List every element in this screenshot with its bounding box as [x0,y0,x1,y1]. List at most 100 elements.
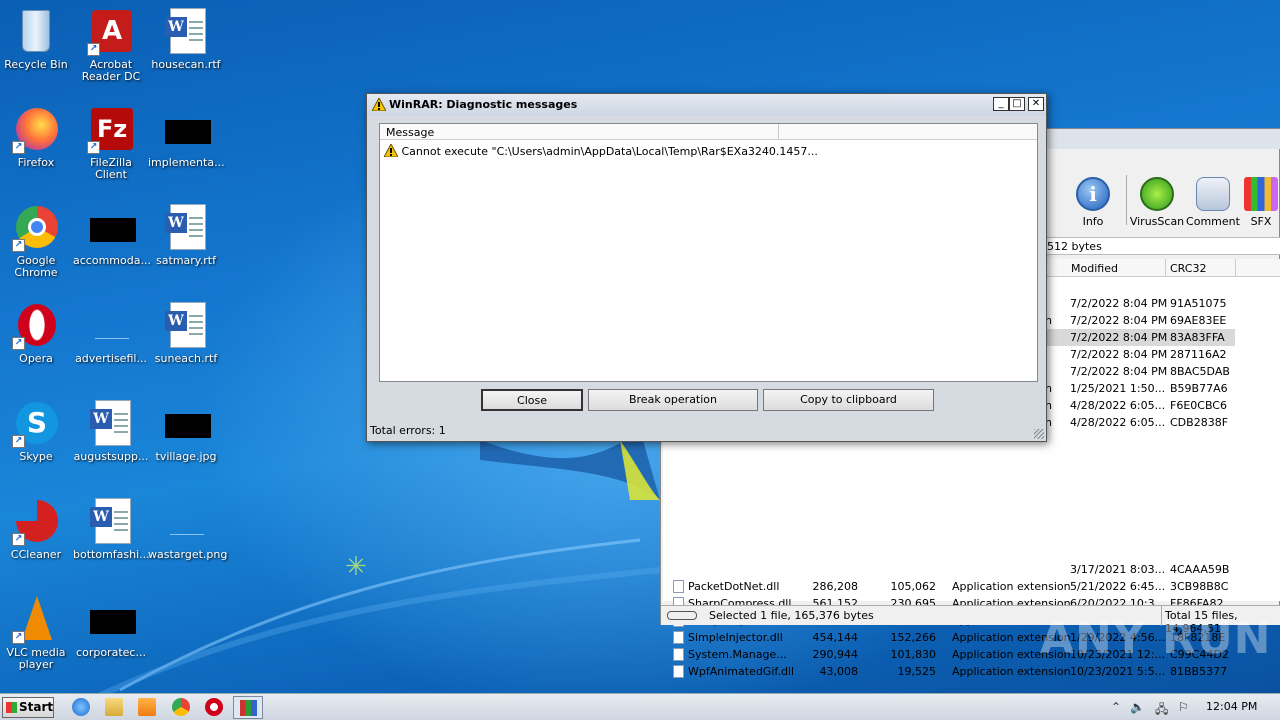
desktop-icon-label: tvillage.jpg [155,450,217,463]
row-modified: 4/28/2022 6:05... [1070,399,1166,412]
dll-file-icon [673,580,684,593]
opera-icon: ↗ [12,302,60,350]
virusscan-button[interactable]: VirusScan [1129,177,1185,228]
desktop-icon-label: Recycle Bin [4,58,68,71]
table-row[interactable]: 3/17/2021 8:03... 4CAAA59B [663,561,1280,578]
close-button-label: Close [517,394,547,407]
desktop-icon-tvillage-jpg[interactable]: tvillage.jpg [148,400,224,463]
desktop-icon-label: Opera [19,352,53,365]
desktop-icon-suneach-rtf[interactable]: Wsuneach.rtf [148,302,224,365]
shortcut-arrow-icon: ↗ [87,141,100,154]
network-icon[interactable]: 🖧 [1155,700,1168,720]
row-packed: 152,266 [890,631,937,644]
sfx-button[interactable]: SFX [1241,177,1280,228]
desktop-icon-accommoda[interactable]: accommoda... [73,204,151,267]
comment-button[interactable]: Comment [1185,177,1241,228]
show-hidden-icons[interactable]: ⌃ [1111,700,1121,714]
row-crc: 69AE83EE [1170,314,1227,327]
recycle-bin-icon [12,8,60,56]
desktop-icon-implementa[interactable]: implementa... [148,106,225,169]
desktop-icon-opera[interactable]: ↗ Opera [0,302,74,365]
windows-logo-icon [6,702,17,713]
minimize-button[interactable]: _ [993,97,1009,111]
desktop-icon-vlc-media-player[interactable]: ↗ VLC media player [0,596,74,671]
shortcut-arrow-icon: ↗ [12,435,25,448]
anyrun-watermark: ANY RUN [1040,613,1272,664]
taskbar: Start ⌃ 🔈 🖧 ⚐ 12:04 PM [0,693,1280,720]
desktop-icon-google-chrome[interactable]: ↗ Google Chrome [0,204,74,279]
desktop-icon-label: implementa... [148,156,225,169]
desktop-icon-label: accommoda... [73,254,151,267]
blank-icon [87,302,135,350]
dialog-titlebar[interactable]: WinRAR: Diagnostic messages _ □ ✕ [367,94,1046,116]
dialog-title: WinRAR: Diagnostic messages [389,98,578,111]
action-center-flag-icon[interactable]: ⚐ [1178,700,1189,714]
virusscan-icon [1140,177,1174,211]
path-text: 512 bytes [1047,240,1102,253]
desktop-icon-acrobat-reader-dc[interactable]: A ↗ Acrobat Reader DC [73,8,149,83]
table-row[interactable]: WpfAnimatedGif.dll 43,008 19,525 Applicatio… [663,663,1280,680]
desktop-icon-ccleaner[interactable]: ↗ CCleaner [0,498,74,561]
word-icon: W [87,400,135,448]
info-icon: i [1076,177,1110,211]
shortcut-arrow-icon: ↗ [87,43,100,56]
opera-icon[interactable] [205,698,223,716]
internet-explorer-icon[interactable] [72,698,90,716]
message-list[interactable]: Message Cannot execute "C:\Users\admin\A… [379,123,1038,382]
column-modified[interactable]: Modified [1071,262,1118,275]
info-button[interactable]: i Info [1065,177,1121,228]
row-type: Application extension [952,580,1071,593]
svg-text:✳: ✳ [345,552,367,582]
row-crc: CDB2838F [1170,416,1229,429]
desktop-icon-firefox[interactable]: ↗ Firefox [0,106,74,169]
column-message[interactable]: Message [386,126,434,139]
desktop-icon-advertisefil[interactable]: advertisefil... [73,302,149,365]
comment-icon [1196,177,1230,211]
word-icon: W [162,8,210,56]
file-explorer-icon[interactable] [105,698,123,716]
message-row[interactable]: Cannot execute "C:\Users\admin\AppData\L… [383,142,818,158]
warning-icon [383,142,399,158]
chrome-icon[interactable] [172,698,190,716]
ccleaner-icon: ↗ [12,498,60,546]
desktop-icon-label: housecan.rtf [151,58,221,71]
copy-to-clipboard-button[interactable]: Copy to clipboard [763,389,934,411]
copy-to-clipboard-label: Copy to clipboard [800,393,897,406]
row-packed: 101,830 [890,648,937,661]
maximize-button[interactable]: □ [1009,97,1025,111]
column-crc32[interactable]: CRC32 [1170,262,1206,275]
desktop-icon-label: CCleaner [10,548,62,561]
desktop-icon-corporatec[interactable]: corporatec... [73,596,149,659]
desktop-icon-filezilla-client[interactable]: Fz ↗ FileZilla Client [73,106,149,181]
break-operation-button[interactable]: Break operation [588,389,758,411]
row-crc: 8BAC5DAB [1170,365,1230,378]
desktop-icon-augustsupp[interactable]: Waugustsupp... [73,400,149,463]
desktop-icon-wastarget-png[interactable]: wastarget.png [148,498,227,561]
volume-icon[interactable]: 🔈 [1130,700,1145,714]
row-crc: 4CAAA59B [1170,563,1230,576]
close-button[interactable]: Close [481,389,583,411]
comment-label: Comment [1186,215,1240,228]
desktop-icon-label: suneach.rtf [154,352,218,365]
desktop-icon-recycle-bin[interactable]: Recycle Bin [0,8,74,71]
blackbox-icon [162,106,211,154]
media-player-icon[interactable] [138,698,156,716]
desktop-icon-satmary-rtf[interactable]: Wsatmary.rtf [148,204,224,267]
desktop-icon-label: Google Chrome [14,254,58,279]
drive-icon [667,611,697,620]
start-label: Start [19,700,54,714]
start-button[interactable]: Start [2,697,54,718]
desktop-icon-bottomfashi[interactable]: Wbottomfashi... [73,498,150,561]
desktop-icon-housecan-rtf[interactable]: Whousecan.rtf [148,8,224,71]
row-size: 43,008 [819,665,859,678]
row-crc: 83A83FFA [1170,331,1225,344]
row-name: System.Manage... [688,648,787,661]
winrar-taskbar-button[interactable] [233,696,263,719]
clock[interactable]: 12:04 PM [1206,700,1257,713]
table-row[interactable]: PacketDotNet.dll 286,208 105,062 Applicatio… [663,578,1280,595]
desktop-icon-skype[interactable]: S ↗ Skype [0,400,74,463]
row-crc: 81BB5377 [1170,665,1228,678]
close-window-button[interactable]: ✕ [1028,97,1044,111]
resize-grip[interactable] [1034,429,1044,439]
diagnostic-dialog[interactable]: WinRAR: Diagnostic messages _ □ ✕ Messag… [366,93,1047,442]
